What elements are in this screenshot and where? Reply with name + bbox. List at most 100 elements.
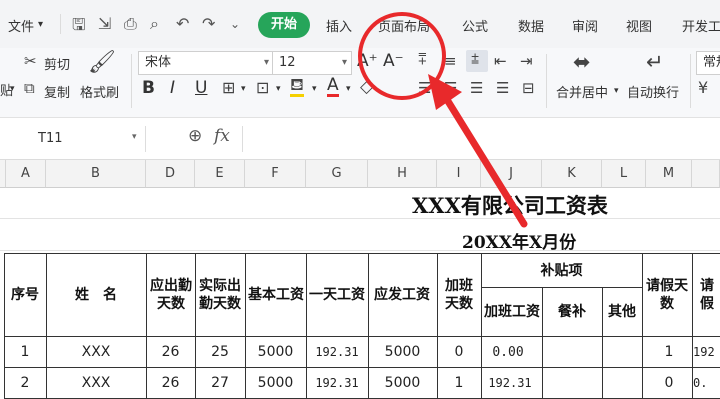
border-icon[interactable]: ⊞ [222,78,235,97]
customize-chevron-icon[interactable]: ⌄ [230,17,240,31]
font-size-select[interactable]: 12 ▾ [272,51,352,75]
font-name-select[interactable]: 宋体 ▾ [138,51,274,75]
distribute-icon[interactable]: ⊟ [522,79,535,97]
column-header[interactable]: J [481,160,542,188]
cell-leave[interactable]: 0 [646,368,692,398]
cell-style-icon[interactable]: ⊡ [256,78,269,97]
header-seq[interactable]: 序号 [4,254,46,336]
cell-base[interactable]: 5000 [245,337,306,367]
chevron-down-icon[interactable]: ▾ [276,84,281,94]
cell-actual[interactable]: 25 [195,337,245,367]
column-header[interactable] [692,160,720,188]
merge-center-button[interactable]: 合并居中 [556,82,608,101]
cell-due[interactable]: 26 [146,337,195,367]
chevron-down-icon[interactable]: ▾ [241,84,246,94]
column-header[interactable]: M [646,160,692,188]
menu-file[interactable]: 文件 [8,16,34,35]
scissors-icon[interactable]: ✂ [24,52,37,70]
underline-button[interactable]: U [195,78,207,98]
tab-developer[interactable]: 开发工 [682,16,720,35]
align-bottom-button[interactable]: ⩲ [466,50,488,72]
header-actual-days[interactable]: 实际出勤天数 [199,254,241,336]
cell-base[interactable]: 5000 [245,368,306,398]
chevron-down-icon[interactable]: ▾ [614,86,619,96]
cell-ot-pay[interactable]: 192.31 [481,368,539,398]
cell-leave-deduct[interactable]: 0. [693,368,720,398]
align-right-icon[interactable]: ☰ [470,79,483,97]
cell-name[interactable]: XXX [46,368,146,398]
column-header[interactable]: B [46,160,146,188]
header-ot-days[interactable]: 加班天数 [439,254,479,336]
redo-icon[interactable]: ↷ [202,14,215,33]
tab-home[interactable]: 开始 [258,12,310,38]
number-format-select[interactable]: 常规 [696,51,720,75]
cell-other[interactable] [602,368,642,398]
format-painter-button[interactable]: 格式刷 [80,82,119,101]
header-ot-pay[interactable]: 加班工资 [483,288,541,336]
cell-other[interactable] [602,337,642,367]
header-allowance[interactable]: 补贴项 [481,254,642,287]
copy-button[interactable]: 复制 [44,82,70,101]
column-header[interactable]: E [195,160,245,188]
chevron-down-icon[interactable]: ▾ [132,132,137,142]
bold-button[interactable]: B [142,78,155,98]
cell-daily[interactable]: 192.31 [306,337,368,367]
print-preview-icon[interactable]: ⌕ [150,14,159,34]
align-center-icon[interactable]: ☰ [444,79,457,97]
wrap-text-icon[interactable]: ↵ [646,50,664,74]
column-header[interactable]: H [368,160,437,188]
zoom-icon[interactable]: ⊕ [188,126,202,146]
tab-view[interactable]: 视图 [626,16,652,35]
italic-button[interactable]: I [170,78,175,98]
name-box[interactable]: T11 [8,126,146,152]
cell-gross[interactable]: 5000 [368,337,437,367]
menu-file-chevron-icon[interactable]: ▾ [38,19,43,30]
cell-actual[interactable]: 27 [195,368,245,398]
column-header[interactable]: F [245,160,306,188]
tab-data[interactable]: 数据 [518,16,544,35]
function-icon[interactable]: fx [214,126,230,146]
merge-center-icon[interactable]: ⬌ [573,50,591,74]
sheet-title[interactable]: XXX有限公司工资表 [412,190,608,220]
header-leave-deduct[interactable]: 请假 [694,254,720,336]
font-color-icon[interactable]: A [327,76,339,97]
header-gross-pay[interactable]: 应发工资 [370,254,434,336]
paste-chevron-icon[interactable]: ▾ [10,84,15,94]
tab-formulas[interactable]: 公式 [462,16,488,35]
sheet-subtitle[interactable]: 20XX年X月份 [462,228,576,253]
tab-review[interactable]: 审阅 [572,16,598,35]
header-leave-days[interactable]: 请假天数 [646,254,688,336]
print-icon[interactable]: ⎙ [124,14,137,34]
save-icon[interactable]: 🖫 [72,14,86,41]
column-header[interactable]: K [542,160,602,188]
column-header[interactable]: L [602,160,646,188]
header-base-salary[interactable]: 基本工资 [247,254,305,336]
cell-name[interactable]: XXX [46,337,146,367]
cell-meal[interactable] [542,368,602,398]
cell-ot-days[interactable]: 1 [437,368,481,398]
fill-color-icon[interactable]: ⛾ [290,76,304,97]
wrap-text-button[interactable]: 自动换行 [627,82,679,101]
export-icon[interactable]: ⇲ [98,14,111,33]
column-header[interactable]: D [146,160,195,188]
cell-daily[interactable]: 192.31 [306,368,368,398]
header-due-days[interactable]: 应出勤天数 [150,254,192,336]
cell-meal[interactable] [542,337,602,367]
header-name[interactable]: 姓 名 [46,254,146,336]
tab-insert[interactable]: 插入 [326,16,352,35]
column-header[interactable]: A [6,160,46,188]
column-header[interactable]: I [437,160,481,188]
format-painter-icon[interactable]: 🖌 [88,50,116,75]
cell-ot-pay[interactable]: 0.00 [481,337,535,367]
cell-ot-days[interactable]: 0 [437,337,481,367]
header-other[interactable]: 其他 [602,288,642,336]
chevron-down-icon[interactable]: ▾ [346,84,351,94]
formula-input[interactable] [242,126,720,152]
cut-button[interactable]: 剪切 [44,54,70,73]
cell-seq[interactable]: 2 [4,368,46,398]
cell-gross[interactable]: 5000 [368,368,437,398]
decrease-indent-icon[interactable]: ⇤ [494,52,507,70]
chevron-down-icon[interactable]: ▾ [312,84,317,94]
currency-icon[interactable]: ¥ [698,78,708,97]
cell-leave-deduct[interactable]: 192 [693,337,720,367]
